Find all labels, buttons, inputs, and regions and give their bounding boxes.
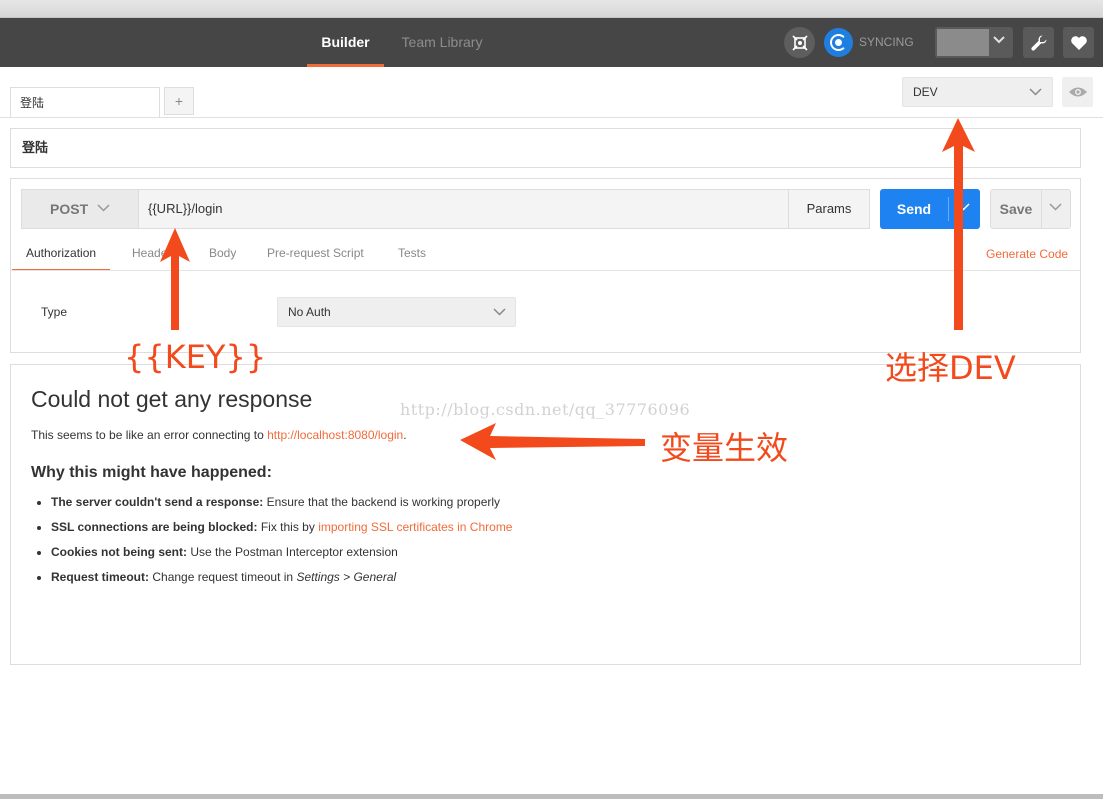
chevron-down-icon xyxy=(97,204,110,212)
chevron-down-icon xyxy=(493,308,506,316)
tab-pre-request-script[interactable]: Pre-request Script xyxy=(267,238,364,271)
reason-item: Request timeout: Change request timeout … xyxy=(36,570,397,584)
params-button[interactable]: Params xyxy=(789,189,870,229)
reason-title: The server couldn't send a response: xyxy=(51,495,264,509)
watermark: http://blog.csdn.net/qq_37776096 xyxy=(400,400,691,419)
request-tab[interactable]: 登陆 xyxy=(10,87,160,118)
eye-icon xyxy=(1068,87,1087,97)
response-error-title: Could not get any response xyxy=(31,386,313,412)
support-button[interactable] xyxy=(1063,27,1094,58)
auth-type-label: Type xyxy=(41,305,68,319)
auth-type-value: No Auth xyxy=(288,305,331,319)
environment-select[interactable]: DEV xyxy=(902,77,1053,107)
window-title-bar xyxy=(0,0,1103,18)
why-heading: Why this might have happened: xyxy=(31,464,272,481)
tab-builder[interactable]: Builder xyxy=(307,18,384,67)
reason-title: SSL connections are being blocked: xyxy=(51,520,258,534)
tab-headers[interactable]: Headers xyxy=(132,238,177,271)
reason-text: Change request timeout in xyxy=(149,570,297,584)
settings-path: Settings > General xyxy=(296,570,397,584)
wrench-icon xyxy=(1030,35,1046,51)
sync-status: SYNCING xyxy=(859,35,914,49)
error-url-link[interactable]: http://localhost:8080/login xyxy=(267,428,403,442)
add-tab-button[interactable]: + xyxy=(164,87,194,115)
generate-code-link[interactable]: Generate Code xyxy=(986,247,1068,261)
error-message-text: This seems to be like an error connectin… xyxy=(31,428,268,442)
subtab-divider xyxy=(11,270,1080,271)
tabs-divider xyxy=(0,117,1103,118)
chevron-down-icon xyxy=(1029,88,1042,96)
save-divider xyxy=(1041,190,1042,228)
save-label: Save xyxy=(999,201,1033,217)
tab-authorization[interactable]: Authorization xyxy=(11,238,111,271)
interceptor-icon[interactable] xyxy=(784,27,815,58)
environment-quick-look[interactable] xyxy=(1062,77,1093,107)
ssl-cert-link[interactable]: importing SSL certificates in Chrome xyxy=(318,520,512,534)
reason-title: Cookies not being sent: xyxy=(51,545,188,559)
reason-item: The server couldn't send a response: Ens… xyxy=(36,495,501,509)
sync-icon[interactable] xyxy=(824,28,853,57)
reason-text: Use the Postman Interceptor extension xyxy=(187,545,398,559)
tab-body[interactable]: Body xyxy=(209,238,236,271)
reason-item: SSL connections are being blocked: Fix t… xyxy=(36,520,512,534)
environment-value: DEV xyxy=(913,85,938,99)
annotation-variable-effect: 变量生效 xyxy=(660,429,789,467)
user-avatar xyxy=(937,29,989,56)
annotation-key: {{KEY}} xyxy=(124,338,267,376)
auth-type-select[interactable]: No Auth xyxy=(277,297,516,327)
error-message-end: . xyxy=(403,428,407,442)
reason-item: Cookies not being sent: Use the Postman … xyxy=(37,545,398,559)
send-button[interactable]: Send xyxy=(880,189,980,229)
request-name[interactable]: 登陆 xyxy=(10,128,1081,168)
url-input[interactable]: {{URL}}/login xyxy=(138,189,789,229)
reason-title: Request timeout: xyxy=(51,570,150,584)
chevron-down-icon xyxy=(993,36,1005,44)
save-button[interactable]: Save xyxy=(990,189,1071,229)
window-bottom-edge xyxy=(0,794,1103,799)
response-error-message: This seems to be like an error connectin… xyxy=(31,428,407,442)
tab-tests[interactable]: Tests xyxy=(398,238,426,271)
reason-text: Fix this by xyxy=(257,520,319,534)
tab-team-library[interactable]: Team Library xyxy=(390,18,494,67)
send-label: Send xyxy=(896,201,932,217)
reason-text: Ensure that the backend is working prope… xyxy=(263,495,501,509)
heart-icon xyxy=(1070,35,1087,50)
postman-window: Builder Team Library SYNCING 登陆 + DEV 登陆… xyxy=(0,0,1103,799)
chevron-down-icon[interactable] xyxy=(1049,202,1062,212)
send-divider xyxy=(948,197,949,221)
method-select[interactable]: POST xyxy=(21,189,138,229)
chevron-down-icon[interactable] xyxy=(957,202,970,212)
method-value: POST xyxy=(50,201,89,217)
settings-button[interactable] xyxy=(1023,27,1054,58)
user-dropdown[interactable] xyxy=(935,27,1013,58)
annotation-select-dev: 选择DEV xyxy=(885,349,1016,387)
app-header: Builder Team Library SYNCING xyxy=(0,18,1103,67)
